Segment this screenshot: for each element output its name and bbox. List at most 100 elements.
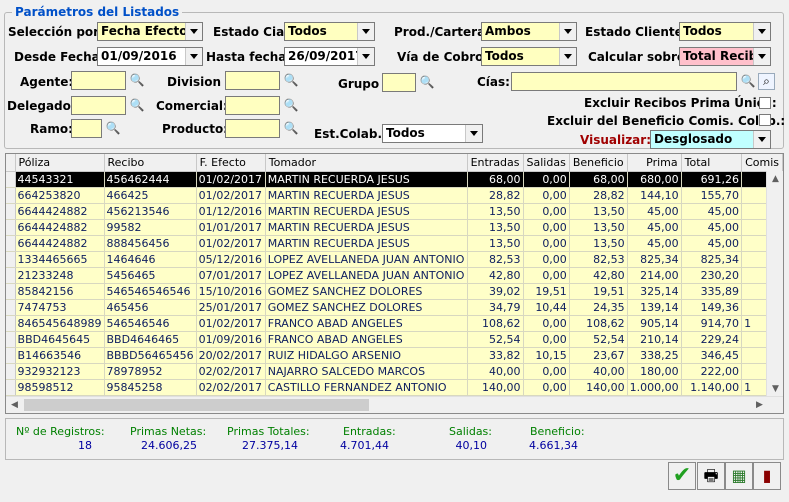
search-icon[interactable]: ⌕ [758,73,775,90]
table-cell: 45,00 [627,235,682,252]
table-cell: 52,54 [467,331,524,348]
row-indicator[interactable] [6,251,16,268]
row-indicator[interactable] [6,379,16,396]
table-row[interactable]: 85842156 546546546546 15/10/2016 GOMEZ SANC… [6,283,783,300]
binoculars-icon[interactable]: 🔍 [283,72,299,88]
column-header[interactable]: Póliza [15,154,105,172]
visualizar-label: Visualizar: [580,133,651,147]
table-cell: 02/02/2017 [196,379,266,396]
calcular-sobre-combo[interactable]: Total Recibos [679,47,771,66]
row-indicator[interactable] [6,187,16,204]
ramo-input[interactable] [71,119,102,138]
binoculars-icon[interactable]: 🔍 [283,97,299,113]
chevron-down-icon[interactable] [559,48,576,65]
table-cell: 28,82 [569,187,628,204]
row-indicator[interactable] [6,347,16,364]
chevron-down-icon[interactable] [357,23,374,40]
estado-cia-combo[interactable]: Todos [284,22,375,41]
column-header[interactable]: Salidas [523,154,570,172]
estado-cliente-combo[interactable]: Todos [679,22,771,41]
chevron-down-icon[interactable] [753,23,770,40]
via-cobro-combo[interactable]: Todos [481,47,577,66]
scroll-thumb[interactable] [24,399,369,411]
comercial-input[interactable] [225,96,280,115]
hasta-fecha-picker[interactable]: 26/09/2017 [284,47,375,66]
table-row[interactable]: 21233248 5456465 07/01/2017 LOPEZ AVELLANED… [6,267,783,284]
grid-header: Póliza Recibo F. Efecto Tomador Entradas… [6,154,783,172]
row-indicator[interactable] [6,363,16,380]
scroll-up-icon[interactable]: ▲ [767,171,783,188]
table-cell: NAJARRO SALCEDO MARCOS [265,363,468,380]
table-row[interactable]: 846545648989 546546546 01/02/2017 FRANCO AB… [6,315,783,332]
excluir-beneficio-checkbox[interactable] [759,114,771,126]
table-cell: 0,00 [523,219,570,236]
chevron-down-icon[interactable] [559,23,576,40]
row-indicator[interactable] [6,331,16,348]
row-indicator[interactable] [6,235,16,252]
binoculars-icon[interactable]: 🔍 [129,72,145,88]
prod-cartera-combo[interactable]: Ambos [481,22,577,41]
accept-button[interactable]: ✔ [668,462,696,490]
table-cell: 1464646 [104,251,197,268]
table-row[interactable]: 6644424882 99582 01/01/2017 MARTIN RECUERDA… [6,219,783,236]
column-header[interactable]: Prima [627,154,682,172]
table-row[interactable]: 7474753 465456 25/01/2017 GOMEZ SANCHEZ DOL… [6,299,783,316]
grupo-input[interactable] [382,73,416,92]
column-header[interactable]: Recibo [104,154,197,172]
column-header[interactable]: Comis [741,154,783,172]
seleccion-combo[interactable]: Fecha Efecto [97,22,203,41]
binoculars-icon[interactable]: 🔍 [740,73,756,89]
binoculars-icon[interactable]: 🔍 [105,120,121,136]
cias-input[interactable] [511,72,737,91]
table-row[interactable]: 44543321 456462444 01/02/2017 MARTIN RECUER… [6,171,783,188]
division-input[interactable] [225,71,280,90]
column-header[interactable]: Beneficio [569,154,628,172]
receipts-grid[interactable]: Póliza Recibo F. Efecto Tomador Entradas… [5,153,784,414]
table-row[interactable]: 664253820 466425 01/02/2017 MARTIN RECUERDA… [6,187,783,204]
chevron-down-icon[interactable] [753,48,770,65]
horizontal-scrollbar[interactable]: ◀ ▶ [6,396,783,413]
table-row[interactable]: BBD4645645 BBD4646465 01/09/2016 FRANCO ABA… [6,331,783,348]
binoculars-icon[interactable]: 🔍 [419,74,435,90]
column-header[interactable]: Total [681,154,743,172]
print-button[interactable]: 🖶 [697,462,725,490]
chevron-down-icon[interactable] [465,125,482,142]
table-row[interactable]: B14663546 BBBD56465456 20/02/2017 RUIZ HIDA… [6,347,783,364]
binoculars-icon[interactable]: 🔍 [283,120,299,136]
scroll-left-icon[interactable]: ◀ [6,397,23,413]
row-indicator[interactable] [6,171,16,188]
visualizar-combo[interactable]: Desglosado [650,130,771,149]
scroll-right-icon[interactable]: ▶ [751,397,768,413]
est-colab-combo[interactable]: Todos [382,124,483,143]
table-cell: 0,00 [523,171,570,188]
agente-input[interactable] [71,71,126,90]
exit-button[interactable]: ▮ [753,462,781,490]
row-indicator[interactable] [6,315,16,332]
column-header[interactable]: Tomador [265,154,468,172]
binoculars-icon[interactable]: 🔍 [129,97,145,113]
row-indicator[interactable] [6,203,16,220]
delegado-input[interactable] [71,96,126,115]
table-row[interactable]: 6644424882 456213546 01/12/2016 MARTIN RECU… [6,203,783,220]
desde-fecha-picker[interactable]: 01/09/2016 [97,47,203,66]
column-header[interactable]: Entradas [467,154,524,172]
table-row[interactable]: 98598512 95845258 02/02/2017 CASTILLO FERNA… [6,379,783,396]
chevron-down-icon[interactable] [753,131,770,148]
chevron-down-icon[interactable] [357,48,374,65]
chevron-down-icon[interactable] [185,23,202,40]
table-row[interactable]: 932932123 78978952 02/02/2017 NAJARRO SALCE… [6,363,783,380]
indicator-header [6,154,16,172]
table-row[interactable]: 1334465665 1464646 05/12/2016 LOPEZ AVELLAN… [6,251,783,268]
table-cell: 13,50 [467,203,524,220]
vertical-scrollbar[interactable]: ▲ ▼ [766,171,783,398]
producto-input[interactable] [225,119,280,138]
excel-export-button[interactable]: ▦ [725,462,753,490]
row-indicator[interactable] [6,219,16,236]
chevron-down-icon[interactable] [185,48,202,65]
table-row[interactable]: 6644424882 888456456 01/02/2017 MARTIN RECU… [6,235,783,252]
column-header[interactable]: F. Efecto [196,154,266,172]
excluir-prima-checkbox[interactable] [759,97,771,109]
row-indicator[interactable] [6,267,16,284]
row-indicator[interactable] [6,299,16,316]
row-indicator[interactable] [6,283,16,300]
